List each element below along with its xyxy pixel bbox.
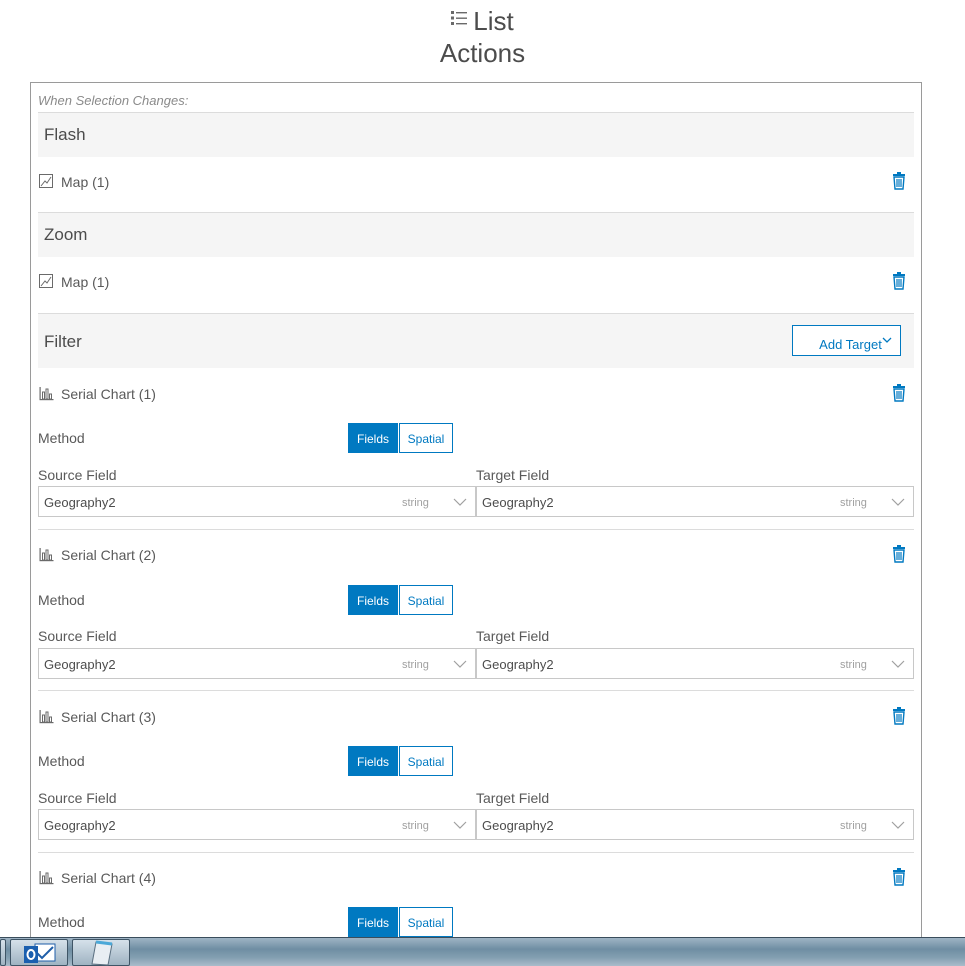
target-row-zoom-map: Map (1) [38,272,914,294]
page-title-line2: Actions [439,38,526,68]
actions-panel: When Selection Changes: Flash Map (1) Zo… [30,82,922,938]
method-toggle: Fields Spatial [348,423,454,453]
section-caption: When Selection Changes: [38,93,189,108]
target-row-flash-map: Map (1) [38,172,914,194]
add-target-label: Add Target [819,336,882,352]
target-field-value: Geography2 [482,657,554,672]
title-list: List [473,6,514,36]
method-spatial-button[interactable]: Spatial [399,907,453,937]
method-toggle: Fields Spatial [348,585,454,615]
target-field-type: string [840,659,867,671]
method-fields-button[interactable]: Fields [348,423,398,453]
source-field-select[interactable]: Geography2 string [38,486,476,517]
chevron-down-icon [453,498,467,506]
chevron-down-icon [891,498,905,506]
method-fields-button[interactable]: Fields [348,907,398,937]
action-title: Zoom [44,225,88,244]
taskbar-edge [0,939,6,966]
list-icon [451,11,468,25]
method-label: Method [38,914,85,930]
taskbar-outlook-button[interactable] [10,939,68,966]
source-field-value: Geography2 [44,495,116,510]
notepad-icon [91,940,113,966]
trash-icon[interactable] [892,384,906,402]
action-header-filter: Filter Add Target [38,314,914,368]
source-field-select[interactable]: Geography2 string [38,809,476,840]
filter-target-row: Serial Chart (3) [38,707,914,729]
method-toggle: Fields Spatial [348,907,454,937]
target-field-label: Target Field [476,467,550,483]
page-title-line1: List [0,6,965,37]
target-field-type: string [840,497,867,509]
divider [38,852,914,853]
trash-icon[interactable] [892,172,906,190]
source-field-select[interactable]: Geography2 string [38,648,476,679]
method-spatial-button[interactable]: Spatial [399,585,453,615]
method-label: Method [38,592,85,608]
source-field-value: Geography2 [44,818,116,833]
target-field-select[interactable]: Geography2 string [476,486,914,517]
chart-icon [39,710,54,724]
source-field-value: Geography2 [44,657,116,672]
target-label: Map (1) [61,174,110,190]
trash-icon[interactable] [892,707,906,725]
method-label: Method [38,753,85,769]
target-field-select[interactable]: Geography2 string [476,809,914,840]
target-field-label: Target Field [476,790,550,806]
filter-target-row: Serial Chart (1) [38,384,914,406]
target-label: Serial Chart (1) [61,386,156,402]
method-fields-button[interactable]: Fields [348,585,398,615]
taskbar [0,937,965,966]
chart-icon [39,387,54,401]
map-icon [39,174,53,188]
target-field-value: Geography2 [482,495,554,510]
source-field-label: Source Field [38,790,117,806]
target-label: Serial Chart (4) [61,870,156,886]
divider [38,690,914,691]
trash-icon[interactable] [892,272,906,290]
source-field-label: Source Field [38,467,117,483]
source-field-type: string [402,497,429,509]
source-field-type: string [402,820,429,832]
map-icon [39,274,53,288]
method-fields-button[interactable]: Fields [348,746,398,776]
target-label: Serial Chart (2) [61,547,156,563]
action-title: Filter [44,332,82,351]
chevron-down-icon [453,821,467,829]
target-field-select[interactable]: Geography2 string [476,648,914,679]
target-field-type: string [840,820,867,832]
trash-icon[interactable] [892,868,906,886]
add-target-button[interactable]: Add Target [792,325,901,356]
action-header-zoom: Zoom [38,213,914,257]
method-toggle: Fields Spatial [348,746,454,776]
outlook-icon [24,943,56,963]
target-label: Serial Chart (3) [61,709,156,725]
chart-icon [39,548,54,562]
filter-target-row: Serial Chart (2) [38,545,914,567]
chevron-down-icon [882,337,892,343]
chevron-down-icon [891,660,905,668]
action-title: Flash [44,125,86,144]
method-label: Method [38,430,85,446]
chevron-down-icon [453,660,467,668]
action-header-flash: Flash [38,113,914,157]
source-field-type: string [402,659,429,671]
filter-target-row: Serial Chart (4) [38,868,914,890]
target-label: Map (1) [61,274,110,290]
page: List Actions When Selection Changes: Fla… [0,0,965,966]
source-field-label: Source Field [38,628,117,644]
chart-icon [39,871,54,885]
target-field-label: Target Field [476,628,550,644]
method-spatial-button[interactable]: Spatial [399,423,453,453]
divider [38,529,914,530]
trash-icon[interactable] [892,545,906,563]
target-field-value: Geography2 [482,818,554,833]
chevron-down-icon [891,821,905,829]
taskbar-app-button[interactable] [72,939,130,966]
method-spatial-button[interactable]: Spatial [399,746,453,776]
header: List Actions [0,0,965,80]
